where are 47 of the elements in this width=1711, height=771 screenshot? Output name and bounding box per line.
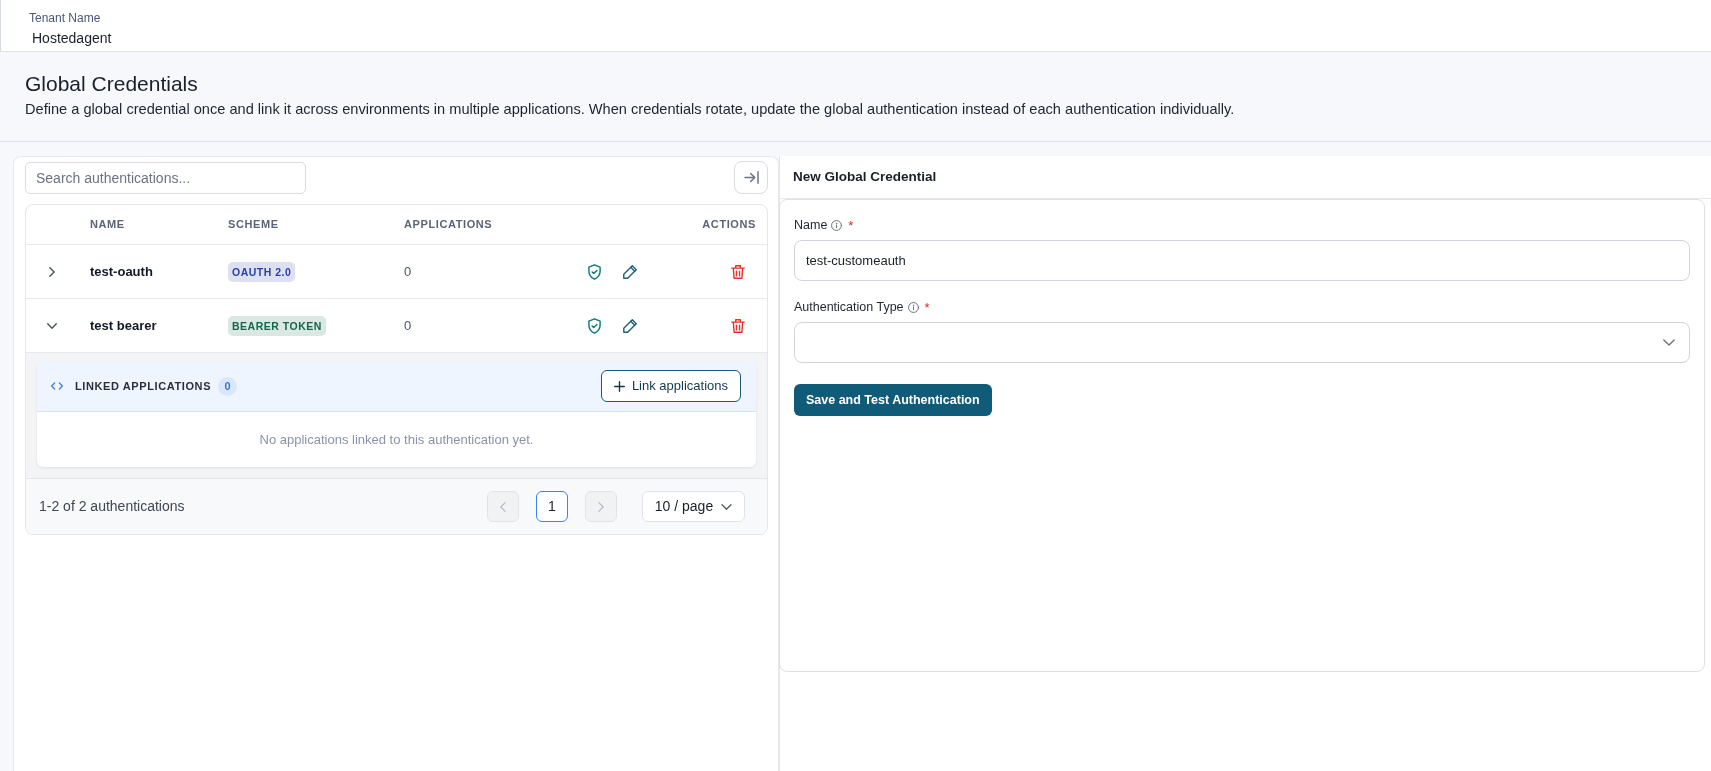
required-asterisk: * (924, 300, 930, 314)
pagination-summary: 1-2 of 2 authentications (39, 497, 185, 516)
linked-applications-title: LINKED APPLICATIONS (75, 378, 212, 394)
search-field[interactable]: Search authentications... (25, 161, 306, 194)
plus-icon (613, 380, 625, 392)
info-icon (831, 219, 843, 231)
info-icon (907, 301, 919, 313)
column-header: APPLICATIONS (403, 217, 494, 233)
collapse-panel-button[interactable] (734, 161, 768, 194)
field-label: Authentication Type (794, 298, 904, 316)
name-input-field[interactable]: test-customeauth (794, 240, 1690, 281)
page-size-select[interactable]: 10 / page (642, 491, 745, 522)
trash-icon[interactable] (731, 318, 745, 333)
chevron-down-icon[interactable] (47, 322, 57, 329)
column-header: SCHEME (227, 217, 280, 233)
chevron-right-icon[interactable] (49, 266, 55, 277)
applications-count: 0 (403, 262, 413, 281)
required-asterisk: * (848, 218, 854, 232)
form-panel-title: New Global Credential (793, 167, 937, 186)
scheme-tag: OAUTH 2.0 (228, 262, 296, 282)
linked-count-badge: 0 (218, 376, 238, 396)
chevron-down-icon (721, 503, 733, 510)
column-header: NAME (89, 217, 126, 233)
shield-check-icon[interactable] (588, 263, 601, 280)
code-brackets-icon (51, 382, 63, 390)
scheme-tag: BEARER TOKEN (228, 316, 326, 336)
field-label: Name (794, 216, 828, 234)
credential-name: test bearer (89, 316, 158, 335)
empty-state-text: No applications linked to this authentication yet. (259, 430, 534, 449)
pencil-icon[interactable] (623, 264, 637, 279)
trash-icon[interactable] (731, 264, 745, 279)
page-title: Global Credentials (25, 71, 198, 97)
chevron-down-icon (1663, 339, 1675, 346)
applications-count: 0 (403, 316, 413, 335)
page-number-button[interactable]: 1 (536, 491, 568, 522)
chevron-right-icon (598, 501, 604, 512)
pencil-icon[interactable] (623, 318, 637, 333)
chevron-left-icon (500, 501, 506, 512)
tenant-name-label: Tenant Name (29, 10, 101, 26)
shield-check-icon[interactable] (588, 317, 601, 334)
save-and-test-button[interactable]: Save and Test Authentication (794, 384, 992, 416)
link-applications-button[interactable]: Link applications (600, 370, 741, 402)
column-header: ACTIONS (701, 217, 757, 233)
page-description: Define a global credential once and link it across environments in multiple applications. When credentials rotate, update the global authentication instead of each authentication individually. (25, 100, 1236, 119)
tenant-name-value: Hostedagent (32, 29, 112, 48)
arrow-to-line-icon (743, 171, 759, 184)
credential-name: test-oauth (89, 262, 154, 281)
